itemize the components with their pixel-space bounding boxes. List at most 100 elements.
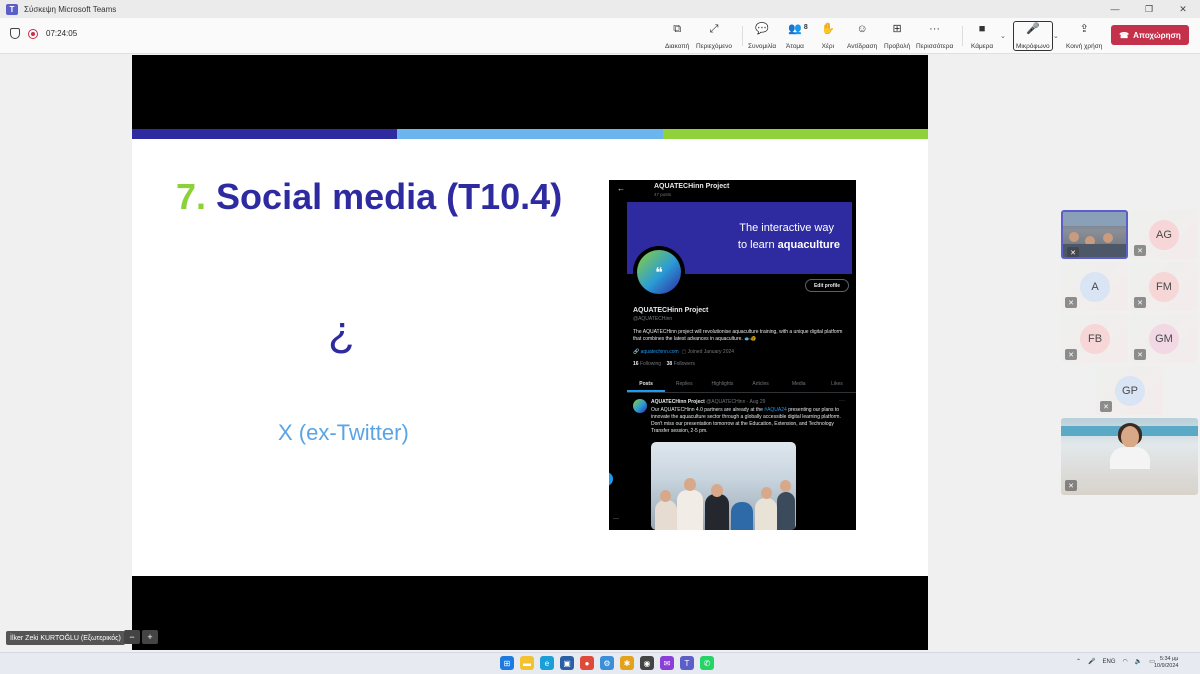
tweet-text-start: Our AQUATECHinn 4.0 partners are already… bbox=[651, 407, 765, 413]
avatar: A bbox=[1080, 272, 1110, 302]
button-label: Προβολή bbox=[884, 43, 911, 50]
photo-person-head bbox=[761, 487, 772, 499]
slack-icon[interactable]: ✱ bbox=[620, 656, 634, 670]
language-indicator[interactable]: ENG bbox=[1103, 659, 1116, 665]
store-icon[interactable]: ▣ bbox=[560, 656, 574, 670]
followers-count: 38 bbox=[666, 361, 673, 367]
participant-tile-AG[interactable]: AG ✕ bbox=[1130, 210, 1197, 259]
heading-text: Social media (T10.4) bbox=[216, 176, 563, 217]
floating-compose-edge bbox=[609, 472, 613, 486]
windows-taskbar: ⊞ ▬ e ▣ ● ⚙ ✱ ◉ ✉ T ✆ ⌃ 🎤 ENG ◠ 🔈 ▭ 5:34… bbox=[0, 652, 1200, 674]
obs-icon[interactable]: ◉ bbox=[640, 656, 654, 670]
edge-browser-icon[interactable]: e bbox=[540, 656, 554, 670]
participant-tile-FB[interactable]: FB ✕ bbox=[1061, 314, 1128, 363]
avatar: GM bbox=[1149, 324, 1179, 354]
maximize-button[interactable]: ❐ bbox=[1132, 0, 1166, 18]
color-bar bbox=[397, 129, 663, 139]
x-profile-bio: The AQUATECHinn project will revolutioni… bbox=[633, 329, 843, 342]
photo-person-head bbox=[684, 478, 696, 491]
x-profile-tabs: Posts Replies Highlights Articles Media … bbox=[627, 379, 856, 393]
participant-tile-video[interactable]: ✕ bbox=[1061, 210, 1128, 259]
avatar: FB bbox=[1080, 324, 1110, 354]
edit-profile-button: Edit profile bbox=[805, 279, 849, 292]
view-button[interactable]: ⊞ Προβολή bbox=[884, 22, 910, 50]
wifi-icon[interactable]: ◠ bbox=[1123, 658, 1128, 665]
settings-gear-icon[interactable]: ⚙ bbox=[600, 656, 614, 670]
share-screen-button[interactable]: ⇪ Κοινή χρήση bbox=[1066, 22, 1102, 50]
file-explorer-icon[interactable]: ▬ bbox=[520, 656, 534, 670]
windows-start-icon[interactable]: ⊞ bbox=[500, 656, 514, 670]
participant-tile-GP[interactable]: GP ✕ bbox=[1096, 366, 1163, 415]
messenger-icon[interactable]: ✉ bbox=[660, 656, 674, 670]
banner-line-1: The interactive way bbox=[739, 222, 834, 234]
tweet-text: Our AQUATECHinn 4.0 partners are already… bbox=[651, 407, 847, 435]
photo-person-head bbox=[711, 484, 723, 497]
more-button[interactable]: ··· Περισσότερα bbox=[916, 22, 953, 50]
close-window-button[interactable]: ✕ bbox=[1166, 0, 1200, 18]
tweet-more-icon: ··· bbox=[839, 398, 845, 404]
mic-options-chevron-icon[interactable]: ⌄ bbox=[1053, 32, 1059, 40]
zoom-out-button[interactable]: − bbox=[124, 630, 140, 644]
zoom-in-button[interactable]: + bbox=[142, 630, 158, 644]
volume-icon[interactable]: 🔈 bbox=[1135, 658, 1142, 665]
participant-tile-FM[interactable]: FM ✕ bbox=[1130, 262, 1197, 311]
button-label: Διακοπή bbox=[665, 43, 690, 50]
heading-number: 7. bbox=[176, 176, 207, 217]
leave-button[interactable]: ☎ Αποχώρηση bbox=[1111, 25, 1189, 45]
camera-button[interactable]: ■ Κάμερα bbox=[971, 22, 993, 50]
participant-tile-A[interactable]: A ✕ bbox=[1061, 262, 1128, 311]
x-profile-handle: @AQUATECHinn bbox=[633, 316, 673, 322]
share-stop-icon: ⧉ bbox=[673, 23, 682, 35]
shield-icon[interactable] bbox=[10, 28, 20, 39]
people-glyph: 👥 bbox=[788, 23, 802, 35]
stop-sharing-button[interactable]: ⧉ Διακοπή bbox=[665, 22, 689, 50]
muted-mic-icon: ✕ bbox=[1065, 349, 1077, 360]
followers-label: Followers bbox=[673, 361, 695, 367]
raise-hand-button[interactable]: ✋ Χέρι bbox=[821, 22, 835, 50]
minimize-button[interactable]: — bbox=[1098, 0, 1132, 18]
muted-mic-icon: ✕ bbox=[1134, 297, 1146, 308]
window-title-bar: T Σύσκεψη Microsoft Teams — ❐ ✕ bbox=[0, 0, 1200, 18]
teams-icon[interactable]: T bbox=[680, 656, 694, 670]
button-label: Συνομιλία bbox=[748, 43, 777, 50]
taskbar-clock[interactable]: 5:34 μμ 10/9/2024 bbox=[1154, 656, 1178, 670]
button-label: Χέρι bbox=[821, 43, 835, 50]
link-icon: 🔗 bbox=[633, 349, 640, 355]
react-button[interactable]: ☺ Αντίδραση bbox=[847, 22, 877, 50]
participant-tile-GM[interactable]: GM ✕ bbox=[1130, 314, 1197, 363]
button-label: Κοινή χρήση bbox=[1066, 43, 1103, 50]
grid-view-icon: ⊞ bbox=[892, 23, 902, 35]
camera-icon: ■ bbox=[978, 23, 986, 35]
phone-hangup-icon: ☎ bbox=[1119, 30, 1130, 40]
muted-mic-icon: ✕ bbox=[1134, 349, 1146, 360]
chat-button[interactable]: 💬 Συνομιλία bbox=[748, 22, 776, 50]
participant-count: 8 bbox=[803, 24, 808, 31]
slide-subtitle: X (ex-Twitter) bbox=[278, 420, 409, 445]
button-label: Αντίδραση bbox=[847, 43, 878, 50]
x-profile-name: AQUATECHinn Project bbox=[633, 307, 709, 314]
toolbar-divider bbox=[962, 26, 963, 46]
chat-bubble-logo-icon: ❝ bbox=[637, 250, 681, 294]
whatsapp-icon[interactable]: ✆ bbox=[700, 656, 714, 670]
chevron-up-icon[interactable]: ⌃ bbox=[1076, 658, 1081, 665]
x-profile-header: ← AQUATECHinn Project 47 posts bbox=[609, 180, 856, 200]
camera-options-chevron-icon[interactable]: ⌄ bbox=[1000, 32, 1006, 40]
window-title: Σύσκεψη Microsoft Teams bbox=[24, 4, 117, 14]
taskbar-apps: ⊞ ▬ e ▣ ● ⚙ ✱ ◉ ✉ T ✆ bbox=[500, 656, 714, 670]
x-profile-follow-counts: 16 Following 38 Followers bbox=[633, 361, 695, 367]
photo-person-head bbox=[660, 490, 671, 502]
content-button[interactable]: ⤢ Περιεχόμενο bbox=[696, 22, 732, 50]
photo-person bbox=[677, 490, 703, 530]
x-tab-likes: Likes bbox=[831, 381, 843, 387]
x-profile-meta: 🔗 aquatechinn.com ▢ Joined January 2024 bbox=[633, 349, 734, 355]
button-label: Περιεχόμενο bbox=[696, 43, 732, 50]
microphone-button[interactable]: 🎤 Μικρόφωνο bbox=[1013, 21, 1053, 51]
person-shirt bbox=[1110, 447, 1150, 469]
tweet-meta: @AQUATECHinn · Aug 29 bbox=[706, 399, 766, 405]
mic-tray-icon[interactable]: 🎤 bbox=[1088, 658, 1095, 665]
chrome-icon[interactable]: ● bbox=[580, 656, 594, 670]
participant-tile-self-video[interactable]: ✕ bbox=[1061, 418, 1198, 495]
chat-icon: 💬 bbox=[755, 23, 769, 35]
x-profile-avatar: ❝ bbox=[633, 246, 685, 298]
people-button[interactable]: 👥 8 Άτομα bbox=[786, 22, 808, 50]
